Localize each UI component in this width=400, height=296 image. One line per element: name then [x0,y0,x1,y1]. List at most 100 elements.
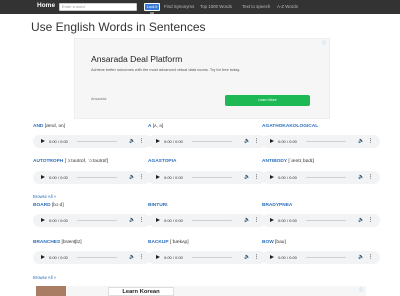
word-link[interactable]: BOW [262,240,274,245]
play-icon[interactable] [156,255,160,259]
more-options-icon[interactable]: ⋮ [368,254,373,260]
home-link[interactable]: Home [37,2,55,9]
word-entry: BRANCHES [brænʧɪz] [33,240,82,245]
word-link[interactable]: BOARD [33,203,51,208]
word-pronunciation: [bɔːd] [51,203,64,208]
ad-learn-more-button[interactable]: Learn More [225,95,310,106]
word-link[interactable]: AGATHOKAKOLOGICAL [262,124,318,129]
word-link[interactable]: ANTIBODY [262,159,287,164]
audio-time: 0:00 / 0:00 [164,139,183,144]
volume-icon[interactable]: 🔈 [358,139,364,144]
audio-progress[interactable] [306,141,346,143]
nav-link-a-z-words[interactable]: A-Z Words [277,4,298,9]
play-icon[interactable] [41,175,45,179]
look-it-up-button[interactable]: Look it up [144,3,160,15]
audio-player[interactable]: 0:00 / 0:00 🔈 ⋮ [262,251,380,264]
audio-progress[interactable] [306,220,346,222]
audio-progress[interactable] [306,177,346,179]
word-link[interactable]: A [148,124,151,129]
audio-progress[interactable] [192,177,232,179]
volume-icon[interactable]: 🔈 [358,218,364,223]
play-icon[interactable] [270,175,274,179]
ad-title[interactable]: Ansarada Deal Platform [91,54,182,64]
ad-info-icon[interactable]: ⓘ [322,40,327,45]
volume-icon[interactable]: 🔈 [129,218,135,223]
volume-icon[interactable]: 🔈 [244,139,250,144]
word-link[interactable]: BRANCHES [33,240,60,245]
ad-source: Ansarada [91,97,107,101]
play-icon[interactable] [41,139,45,143]
play-icon[interactable] [41,218,45,222]
volume-icon[interactable]: 🔈 [358,255,364,260]
audio-player[interactable]: 0:00 / 0:00 🔈 ⋮ [148,251,266,264]
audio-player[interactable]: 0:00 / 0:00 🔈 ⋮ [148,214,266,227]
word-link[interactable]: BRADYPNEA [262,203,292,208]
play-icon[interactable] [156,218,160,222]
word-pronunciation: [ˈbækʌp] [169,240,189,245]
more-options-icon[interactable]: ⋮ [254,254,259,260]
word-link[interactable]: AND [33,124,43,129]
audio-progress[interactable] [192,220,232,222]
more-options-icon[interactable]: ⋮ [139,254,144,260]
volume-icon[interactable]: 🔈 [358,175,364,180]
volume-icon[interactable]: 🔈 [244,175,250,180]
nav-link-find-synonyms[interactable]: Find Synonyms [164,4,194,9]
audio-progress[interactable] [77,141,117,143]
learn-korean-banner[interactable]: Learn Korean [108,287,174,296]
word-entry: AGATHOKAKOLOGICAL [262,124,318,129]
more-options-icon[interactable]: ⋮ [368,174,373,180]
audio-time: 0:00 / 0:00 [164,218,183,223]
audio-player[interactable]: 0:00 / 0:00 🔈 ⋮ [33,251,151,264]
play-icon[interactable] [156,175,160,179]
ad-thumbnail [36,286,66,296]
volume-icon[interactable]: 🔈 [129,175,135,180]
more-options-icon[interactable]: ⋮ [368,217,373,223]
play-icon[interactable] [41,255,45,259]
top-navbar: Home Enter a word Look it up Find Synony… [0,0,400,15]
audio-progress[interactable] [192,257,232,259]
bottom-advertisement[interactable]: Learn Korean ⓘ [36,286,366,296]
word-link[interactable]: BACKUP [148,240,169,245]
audio-player[interactable]: 0:00 / 0:00 🔈 ⋮ [262,135,380,148]
play-icon[interactable] [156,139,160,143]
play-icon[interactable] [270,218,274,222]
advertisement[interactable]: ⓘ Ansarada Deal Platform Achieve better … [74,38,330,119]
audio-progress[interactable] [77,257,117,259]
volume-icon[interactable]: 🔈 [129,255,135,260]
word-entry: BOARD [bɔːd] [33,203,64,208]
audio-player[interactable]: 0:00 / 0:00 🔈 ⋮ [33,135,151,148]
browse-all-link[interactable]: Browse All » [33,194,56,199]
audio-progress[interactable] [306,257,346,259]
more-options-icon[interactable]: ⋮ [254,138,259,144]
play-icon[interactable] [270,139,274,143]
word-link[interactable]: AUTOTROPH [33,159,63,164]
more-options-icon[interactable]: ⋮ [139,217,144,223]
more-options-icon[interactable]: ⋮ [254,217,259,223]
more-options-icon[interactable]: ⋮ [254,174,259,180]
audio-time: 0:00 / 0:00 [49,175,68,180]
audio-progress[interactable] [77,220,117,222]
nav-link-text-to-speech[interactable]: Text to speech [242,4,270,9]
audio-progress[interactable] [77,177,117,179]
more-options-icon[interactable]: ⋮ [139,174,144,180]
volume-icon[interactable]: 🔈 [244,255,250,260]
play-icon[interactable] [270,255,274,259]
audio-player[interactable]: 0:00 / 0:00 🔈 ⋮ [33,171,151,184]
volume-icon[interactable]: 🔈 [244,218,250,223]
word-link[interactable]: AGASTOPIA [148,159,176,164]
audio-player[interactable]: 0:00 / 0:00 🔈 ⋮ [262,171,380,184]
audio-player[interactable]: 0:00 / 0:00 🔈 ⋮ [148,135,266,148]
more-options-icon[interactable]: ⋮ [368,138,373,144]
more-options-icon[interactable]: ⋮ [139,138,144,144]
audio-player[interactable]: 0:00 / 0:00 🔈 ⋮ [33,214,151,227]
search-input[interactable]: Enter a word [59,3,137,11]
ad-info-icon[interactable]: ⓘ [359,287,363,293]
audio-progress[interactable] [192,141,232,143]
audio-player[interactable]: 0:00 / 0:00 🔈 ⋮ [262,214,380,227]
audio-player[interactable]: 0:00 / 0:00 🔈 ⋮ [148,171,266,184]
browse-all-link[interactable]: Browse All » [33,275,56,280]
audio-time: 0:00 / 0:00 [49,139,68,144]
volume-icon[interactable]: 🔈 [129,139,135,144]
nav-link-top-1000-words[interactable]: Top 1000 Words [200,4,232,9]
word-link[interactable]: BINTURI [148,203,167,208]
